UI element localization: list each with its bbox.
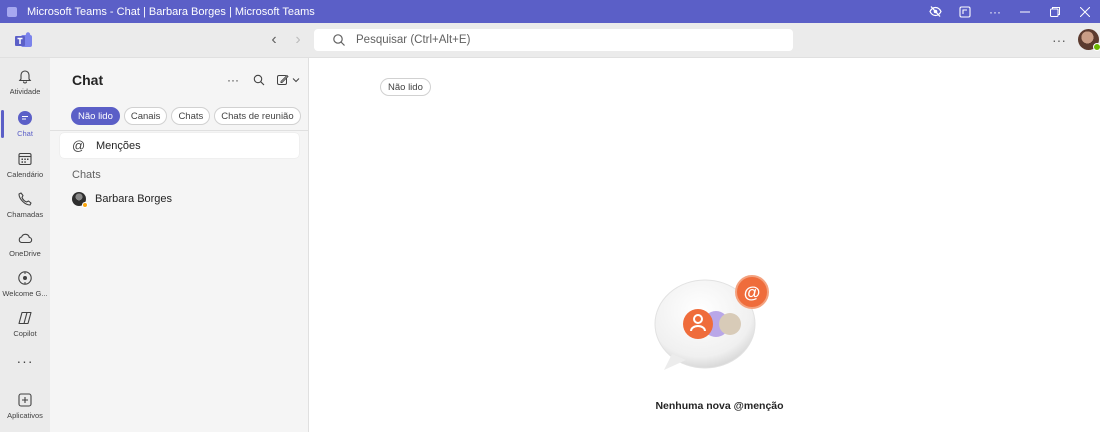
unread-filter-pill[interactable]: Não lido	[380, 78, 431, 96]
phone-icon	[18, 192, 32, 206]
rail-more-icon[interactable]: ···	[0, 353, 50, 369]
rail-label: Atividade	[9, 87, 41, 96]
teams-logo-icon	[15, 32, 32, 47]
rail-label: Chamadas	[6, 210, 44, 219]
panel-search-button[interactable]	[250, 72, 268, 88]
search-icon	[253, 74, 265, 86]
new-chat-button[interactable]	[276, 72, 302, 88]
calendar-icon	[18, 152, 32, 166]
mentions-illustration: @	[654, 275, 769, 370]
window-controls: ···	[920, 0, 1100, 23]
search-input[interactable]	[356, 34, 776, 46]
rail-label: Aplicativos	[7, 411, 43, 420]
at-mention-icon: @	[72, 138, 86, 153]
chat-icon	[18, 111, 32, 125]
main-content: Não lido @ Nenhuma nova @menção	[310, 58, 1100, 432]
rail-label: Copilot	[13, 329, 37, 338]
filter-channels[interactable]: Canais	[123, 107, 168, 125]
chat-list-item[interactable]: Barbara Borges	[60, 187, 299, 211]
panel-more-button[interactable]: ···	[224, 72, 242, 88]
teams-app-icon	[7, 6, 17, 17]
search-box[interactable]	[314, 29, 793, 51]
rail-item-calendar[interactable]: Calendário	[0, 145, 50, 183]
presence-away-icon	[82, 202, 88, 208]
presence-available-icon	[1093, 43, 1100, 51]
rail-label: Welcome G...	[2, 289, 48, 298]
rail-item-calls[interactable]: Chamadas	[0, 185, 50, 223]
chats-section-label: Chats	[72, 169, 101, 181]
back-arrow-icon[interactable]: ‹	[265, 31, 283, 49]
panel-actions: ···	[224, 72, 302, 88]
chat-list-panel: Chat ··· Não lido Canais Chats Chats de …	[50, 58, 309, 432]
panel-title: Chat	[72, 72, 104, 88]
profile-avatar[interactable]	[1078, 29, 1100, 51]
cloud-icon	[18, 233, 33, 244]
svg-text:@: @	[744, 283, 761, 302]
rail-item-chat[interactable]: Chat	[0, 104, 50, 142]
filter-unread[interactable]: Não lido	[71, 107, 120, 125]
settings-more-icon[interactable]: ···	[1050, 31, 1068, 49]
app-rail: Atividade Chat Calendário Chamadas OneDr…	[0, 58, 50, 432]
rail-item-copilot[interactable]: Copilot	[0, 304, 50, 342]
chat-contact-name: Barbara Borges	[95, 193, 173, 205]
mentions-item[interactable]: @ Menções	[60, 133, 299, 158]
copilot-icon	[18, 311, 32, 325]
chat-filters: Não lido Canais Chats Chats de reunião	[71, 107, 301, 125]
bell-icon	[18, 70, 32, 84]
title-bar: Microsoft Teams - Chat | Barbara Borges …	[0, 0, 1100, 23]
rail-item-activity[interactable]: Atividade	[0, 62, 50, 100]
rail-label: Calendário	[6, 170, 44, 179]
empty-state-message: Nenhuma nova @menção	[655, 400, 784, 412]
rail-label: OneDrive	[9, 249, 41, 258]
more-options-icon[interactable]: ···	[980, 0, 1010, 23]
forward-arrow-icon[interactable]: ›	[289, 31, 307, 49]
restore-icon[interactable]	[1040, 0, 1070, 23]
close-icon[interactable]	[1070, 0, 1100, 23]
filter-chats[interactable]: Chats	[171, 107, 211, 125]
rail-item-apps[interactable]: Aplicativos	[0, 386, 50, 424]
minimize-icon[interactable]	[1010, 0, 1040, 23]
filter-meeting-chats[interactable]: Chats de reunião	[214, 107, 301, 125]
add-apps-icon	[18, 393, 32, 407]
rail-item-welcome[interactable]: Welcome G...	[0, 264, 50, 302]
share-window-icon[interactable]	[950, 0, 980, 23]
rail-item-onedrive[interactable]: OneDrive	[0, 224, 50, 262]
compose-icon	[277, 74, 300, 85]
top-toolbar: ‹ › ···	[0, 23, 1100, 58]
divider	[50, 130, 309, 131]
avatar	[72, 192, 88, 208]
visibility-off-icon[interactable]	[920, 0, 950, 23]
search-icon	[333, 34, 345, 46]
welcome-icon	[18, 271, 32, 285]
rail-label: Chat	[17, 129, 33, 138]
window-title: Microsoft Teams - Chat | Barbara Borges …	[27, 5, 315, 18]
mentions-label: Menções	[96, 139, 141, 152]
